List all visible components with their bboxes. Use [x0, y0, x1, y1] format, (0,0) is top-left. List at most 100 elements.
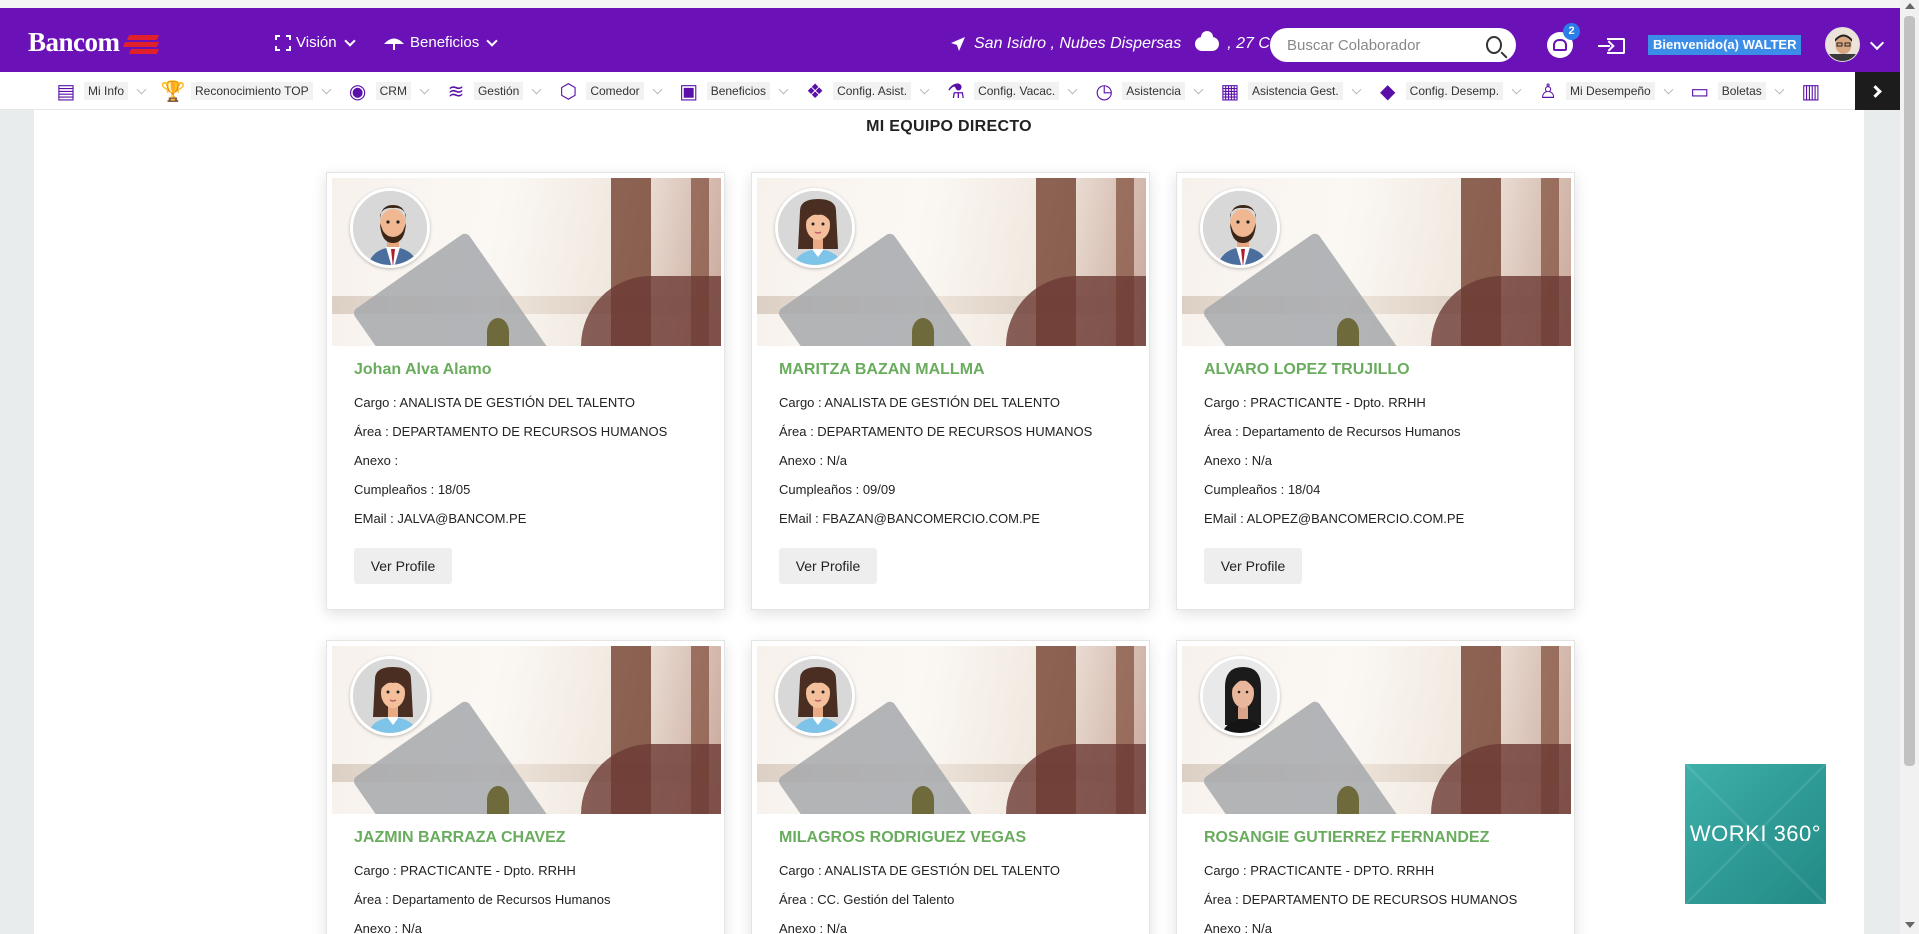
- card-body: MARITZA BAZAN MALLMA Cargo : ANALISTA DE …: [779, 361, 1092, 540]
- nav-module-item[interactable]: 🏆 Reconocimiento TOP: [161, 79, 336, 103]
- team-member-card: MILAGROS RODRIGUEZ VEGAS Cargo : ANALISTA…: [751, 640, 1150, 934]
- nav-module-item[interactable]: ▤ Mi Info: [54, 79, 151, 103]
- nav-module-label: Comedor: [586, 82, 644, 100]
- member-anexo: Anexo : N/a: [1204, 453, 1272, 468]
- member-avatar: [1200, 188, 1280, 268]
- nav-module-item[interactable]: ♙ Mi Desempeño: [1536, 79, 1678, 103]
- chevron-down-icon[interactable]: [1067, 84, 1078, 94]
- card-banner-image: [1182, 646, 1571, 814]
- scroll-up-arrow-icon[interactable]: [1905, 3, 1915, 9]
- member-cargo: Cargo : PRACTICANTE - DPTO. RRHH: [1204, 863, 1435, 878]
- accessibility-icon: ◉: [348, 80, 367, 103]
- hexagon-icon: ⬡: [559, 80, 578, 103]
- member-area: Área : DEPARTAMENTO DE RECURSOS HUMANOS: [779, 424, 1093, 439]
- card-body: Johan Alva Alamo Cargo : ANALISTA DE GEST…: [354, 361, 667, 540]
- member-name: Johan Alva Alamo: [354, 361, 492, 378]
- member-anexo: Anexo : N/a: [779, 921, 847, 934]
- team-member-card: ALVARO LOPEZ TRUJILLO Cargo : PRACTICANTE…: [1176, 172, 1575, 610]
- nav-module-label: Mi Desempeño: [1566, 82, 1655, 100]
- module-nav-next-button[interactable]: [1855, 72, 1900, 110]
- member-anexo: Anexo : N/a: [1204, 921, 1272, 934]
- member-anexo: Anexo : N/a: [354, 921, 422, 934]
- user-menu-chevron-icon[interactable]: [1869, 35, 1885, 51]
- scrollbar-thumb[interactable]: [1904, 16, 1915, 766]
- nav-beneficios-label: Beneficios: [410, 34, 480, 51]
- chevron-down-icon[interactable]: [1193, 84, 1204, 94]
- member-name: JAZMIN BARRAZA CHAVEZ: [354, 829, 566, 846]
- chevron-down-icon[interactable]: [136, 84, 147, 94]
- scroll-down-arrow-icon[interactable]: [1905, 922, 1915, 928]
- nav-module-label: Asistencia Gest.: [1247, 82, 1343, 100]
- nav-module-item[interactable]: ◆ Config. Desemp.: [1376, 79, 1526, 103]
- nav-vision-label: Visión: [296, 34, 337, 51]
- view-profile-button[interactable]: Ver Profile: [354, 548, 452, 584]
- module-nav-list: ▤ Mi Info 🏆 Reconocimiento TOP ◉ CRM ≋ Gestión ⬡…: [54, 79, 1839, 103]
- view-profile-button[interactable]: Ver Profile: [779, 548, 877, 584]
- search-input[interactable]: [1287, 36, 1486, 54]
- nav-module-item[interactable]: ⚗ Config. Vacac.: [944, 79, 1082, 103]
- logout-icon[interactable]: [1598, 38, 1625, 54]
- nav-module-item[interactable]: ▭ Boletas: [1688, 79, 1789, 103]
- location-arrow-icon: [951, 37, 965, 51]
- member-name: MARITZA BAZAN MALLMA: [779, 361, 985, 378]
- nav-module-label: Reconocimiento TOP: [191, 82, 313, 100]
- view-profile-button[interactable]: Ver Profile: [1204, 548, 1302, 584]
- member-cargo: Cargo : ANALISTA DE GESTIÓN DEL TALENTO: [779, 863, 1061, 878]
- gift-icon: ▣: [679, 80, 699, 103]
- card-banner-image: [1182, 178, 1571, 346]
- member-email: EMail : FBAZAN@BANCOMERCIO.COM.PE: [779, 511, 1040, 526]
- weather-temperature: , 27 C°: [1227, 35, 1277, 52]
- card-body: MILAGROS RODRIGUEZ VEGAS Cargo : ANALISTA…: [779, 829, 1060, 934]
- nav-module-item[interactable]: ◷ Asistencia: [1092, 79, 1208, 103]
- nav-module-label: Asistencia: [1122, 82, 1185, 100]
- member-cargo: Cargo : PRACTICANTE - Dpto. RRHH: [354, 863, 576, 878]
- chevron-down-icon[interactable]: [919, 84, 930, 94]
- team-member-card: JAZMIN BARRAZA CHAVEZ Cargo : PRACTICANTE…: [326, 640, 725, 934]
- worki-label: WORKI 360°: [1689, 821, 1822, 846]
- nav-module-item[interactable]: ▦ Asistencia Gest.: [1218, 79, 1366, 103]
- bancom-logo[interactable]: Bancom: [28, 27, 160, 58]
- worki-360-badge[interactable]: WORKI 360°: [1685, 764, 1826, 904]
- user-portrait-icon: [1826, 28, 1859, 61]
- nav-module-item[interactable]: ❖ Config. Asist.: [803, 79, 934, 103]
- team-member-card: Johan Alva Alamo Cargo : ANALISTA DE GEST…: [326, 172, 725, 610]
- member-email: EMail : ALOPEZ@BANCOMERCIO.COM.PE: [1204, 511, 1465, 526]
- chevron-right-icon: [1869, 84, 1882, 98]
- member-area: Área : CC. Gestión del Talento: [779, 892, 955, 907]
- chevron-down-icon[interactable]: [652, 84, 663, 94]
- nav-module-item[interactable]: ▣ Beneficios: [677, 79, 793, 103]
- expand-icon: [275, 34, 291, 51]
- nav-module-item[interactable]: ▥: [1799, 79, 1829, 103]
- chevron-down-icon[interactable]: [1511, 84, 1522, 94]
- card-banner-image: [332, 646, 721, 814]
- member-anexo: Anexo :: [354, 453, 399, 468]
- user-avatar[interactable]: [1825, 27, 1860, 62]
- member-birthday: Cumpleaños : 18/04: [1204, 482, 1321, 497]
- chevron-down-icon[interactable]: [1351, 84, 1362, 94]
- nav-beneficios-dropdown[interactable]: Beneficios: [383, 34, 498, 51]
- chevron-down-icon[interactable]: [321, 84, 332, 94]
- nav-module-label: Config. Vacac.: [974, 82, 1060, 100]
- card-banner-image: [332, 178, 721, 346]
- cube-icon: ◆: [1379, 80, 1396, 103]
- nav-module-item[interactable]: ⬡ Comedor: [556, 79, 666, 103]
- chevron-down-icon[interactable]: [778, 84, 789, 94]
- notifications-button[interactable]: 2: [1547, 23, 1580, 58]
- nav-module-item[interactable]: ≋ Gestión: [444, 79, 546, 103]
- search-icon[interactable]: [1486, 36, 1502, 54]
- chevron-down-icon[interactable]: [1663, 84, 1674, 94]
- chevron-down-icon[interactable]: [531, 84, 542, 94]
- member-area: Área : DEPARTAMENTO DE RECURSOS HUMANOS: [1204, 892, 1518, 907]
- nav-module-item[interactable]: ◉ CRM: [346, 79, 434, 103]
- award-icon: ♙: [1539, 80, 1557, 103]
- nav-module-label: Gestión: [473, 82, 524, 100]
- id-card-icon: ▤: [56, 80, 76, 103]
- card-banner-image: [757, 178, 1146, 346]
- cloud-icon: [1195, 31, 1220, 51]
- nav-module-label: Beneficios: [706, 82, 771, 100]
- chevron-down-icon[interactable]: [419, 84, 430, 94]
- nav-vision-dropdown[interactable]: Visión: [275, 34, 356, 51]
- weather-widget: San Isidro , Nubes Dispersas , 27 C°: [950, 31, 1277, 53]
- chevron-down-icon[interactable]: [1774, 84, 1785, 94]
- document-icon: ▭: [1690, 80, 1710, 103]
